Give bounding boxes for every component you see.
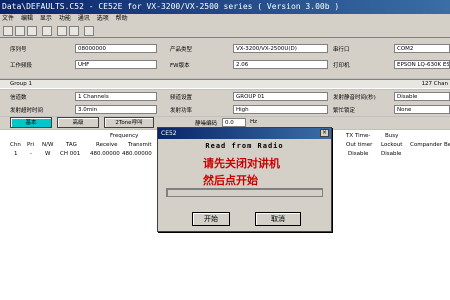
cell-nw: W [45,151,51,157]
menu-edit[interactable]: 编辑 [21,15,33,22]
port-field[interactable]: COM2 [394,44,450,53]
info-panel: 序列号 08000000 产品类型 VX-3200/VX-2500U(D) 串行… [0,38,450,78]
power-field[interactable]: High [233,105,328,114]
header-frequency: Frequency [110,133,139,139]
port-label: 串行口 [333,47,350,53]
menu-bar: 文件 编辑 显示 功能 通讯 选项 帮助 [0,14,450,24]
menu-function[interactable]: 功能 [59,15,71,22]
menu-options[interactable]: 选项 [97,15,109,22]
header-transmit: Transmit [128,142,152,148]
progress-bar [166,188,323,197]
product-label: 产品类型 [170,47,193,53]
busy-label: 繁忙锁定 [333,108,356,114]
channels-label: 信道数 [10,95,27,101]
serial-field[interactable]: 08000000 [75,44,157,53]
menu-help[interactable]: 帮助 [116,15,128,22]
new-icon[interactable] [3,26,13,36]
save-icon[interactable] [27,26,37,36]
band-field[interactable]: UHF [75,60,157,69]
header-tag: TAG [66,142,77,148]
header-lockout: Lockout [381,142,403,148]
cell-transmit: 480.00000 [122,151,152,157]
cell-tag: CH 001 [60,151,81,157]
cell-receive: 480.00000 [90,151,120,157]
timeout-label: 发射超时时间 [10,108,44,114]
read-radio-icon[interactable] [57,26,67,36]
settings-panel: 信道数 1 Channels 频道设置 GROUP 01 发射静音时间(秒) D… [0,90,450,116]
squelch-unit: Hz [250,119,258,125]
cell-chn: 1 [14,151,18,157]
dialog-message-2: 然后点开始 [203,174,258,187]
printer-field[interactable]: EPSON LQ-630K ESC [394,60,450,69]
close-icon[interactable]: × [320,129,329,137]
dialog-heading: Read from Radio [205,142,284,150]
cell-outtimer: Disable [348,151,369,157]
cancel-button[interactable]: 取消 [255,212,301,226]
power-label: 发射功率 [170,108,193,114]
header-be: Be [444,142,450,148]
mode-label: 发射静音时间(秒) [333,95,376,101]
squelch-label: 静噪编码 [195,121,218,127]
header-compander: Compander [410,142,443,148]
advanced-button[interactable]: 高级 [57,117,99,128]
busy-field[interactable]: None [394,105,450,114]
read-radio-dialog: CE52 × Read from Radio 请先关闭对讲机 然后点开始 开始 … [157,127,332,232]
timeout-field[interactable]: 3.0min [75,105,157,114]
dialog-message-1: 请先关闭对讲机 [203,157,280,170]
channels-field[interactable]: 1 Channels [75,92,157,101]
mode-field[interactable]: Disable [394,92,450,101]
header-receive: Receive [96,142,118,148]
menu-comm[interactable]: 通讯 [78,15,90,22]
menu-view[interactable]: 显示 [40,15,52,22]
header-outtimer: Out timer [346,142,373,148]
basic-button[interactable]: 基本 [10,117,52,128]
band-label: 工作频段 [10,63,33,69]
cell-pri: - [30,151,32,157]
squelch-field[interactable]: 0.0 [222,118,246,127]
group-bar: Group 1 127 Chan [0,79,450,89]
printer-label: 打印机 [333,63,350,69]
twotone-button[interactable]: 2Tone呼叫 [104,117,154,128]
product-field[interactable]: VX-3200/VX-2500U(D) [233,44,328,53]
serial-label: 序列号 [10,47,27,53]
open-icon[interactable] [15,26,25,36]
fw-label: FW版本 [170,63,190,69]
cell-lockout: Disable [381,151,402,157]
group-label: Group 1 [10,81,32,87]
grpname-field[interactable]: GROUP 01 [233,92,328,101]
write-radio-icon[interactable] [69,26,79,36]
start-button[interactable]: 开始 [192,212,230,226]
menu-file[interactable]: 文件 [2,15,14,22]
header-nw: N/W [42,142,54,148]
header-txtime: TX Time- [346,133,371,139]
header-pri: Pri [27,142,35,148]
help-icon[interactable] [84,26,94,36]
print-icon[interactable] [42,26,52,36]
dialog-title: CE52 [158,128,331,139]
header-busy: Busy [385,133,399,139]
grpname-label: 频道设置 [170,95,193,101]
header-chn: Chn [10,142,21,148]
fw-field[interactable]: 2.06 [233,60,328,69]
channel-count: 127 Chan [421,81,448,87]
toolbar [0,24,450,38]
window-title: Data\DEFAULTS.C52 - CE52E for VX-3200/VX… [0,0,450,14]
